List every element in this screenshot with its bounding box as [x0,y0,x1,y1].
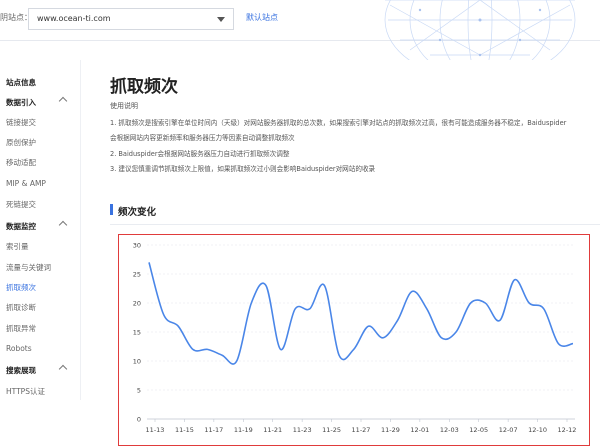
sidebar-item-label: 数据引入 [6,97,36,108]
x-tick-label: 11-13 [146,426,165,434]
usage-note-1: 1. 抓取频次是搜索引擎在单位时间内（天级）对网站服务器抓取的总次数，如果搜索引… [110,117,566,127]
site-select[interactable]: www.ocean-ti.com [28,8,234,30]
y-tick-label: 15 [133,328,141,336]
usage-note-2: 2. Baiduspider会根据网站服务器压力自动进行抓取频次调整 [110,148,289,158]
top-bar: 阴站点： www.ocean-ti.com 默认站点 [0,0,600,41]
y-tick-label: 5 [137,386,141,394]
y-tick-label: 0 [137,415,141,423]
sidebar-item-label: 移动适配 [6,157,36,168]
x-tick-label: 12-07 [499,426,518,434]
globe-wireframe-decoration-icon [360,0,600,60]
y-tick-label: 30 [133,241,141,249]
chevron-up-icon [59,365,67,373]
sidebar-item-label: Robots [6,344,32,353]
x-tick-label: 12-12 [558,426,577,434]
usage-note-3: 3. 建议您慎重调节抓取频次上限值，如果抓取频次过小则会影响Baiduspide… [110,163,375,173]
page-title: 抓取频次 [110,72,178,97]
x-tick-label: 11-27 [352,426,371,434]
x-tick-label: 12-05 [469,426,488,434]
main-content: 抓取频次 使用说明 1. 抓取频次是搜索引擎在单位时间内（天级）对网站服务器抓取… [80,60,600,400]
sidebar-item-label: HTTPS认证 [6,386,45,397]
chevron-down-icon [217,17,225,22]
section-title: 频次变化 [118,204,156,218]
x-tick-label: 11-17 [204,426,223,434]
sidebar-item-label: 站点信息 [6,77,36,88]
sidebar-item-label: 数据监控 [6,221,36,232]
sidebar-item-label: 原创保护 [6,137,36,148]
usage-title: 使用说明 [110,101,138,111]
site-select-value: www.ocean-ti.com [37,14,111,23]
y-tick-label: 25 [133,270,141,278]
sidebar-item-label: 搜索展现 [6,365,36,376]
frequency-chart-container: 0 5 10 15 20 25 30 11-13 11-15 11-17 11-19 11-21 11-… [118,234,590,446]
sidebar-item-label: 链接提交 [6,117,36,128]
x-tick-label: 11-23 [293,426,312,434]
sidebar-item-label: 流量与关键词 [6,262,51,273]
y-tick-label: 20 [133,299,141,307]
sidebar-item-label: 抓取频次 [6,282,36,293]
usage-note-1-cont: 会根据网站内容更新频率和服务器压力等因素自动调整抓取频次 [110,132,295,142]
frequency-line-chart: 0 5 10 15 20 25 30 11-13 11-15 11-17 11-19 11-21 11-… [119,235,588,444]
x-tick-label: 11-19 [234,426,253,434]
section-divider [110,224,600,225]
sidebar-item-label: 抓取异常 [6,323,36,334]
series-line [149,262,573,364]
chevron-up-icon [59,97,67,105]
x-tick-label: 11-25 [322,426,341,434]
x-tick-label: 12-01 [410,426,429,434]
sidebar-item-label: 死链提交 [6,199,36,210]
chevron-up-icon [59,221,67,229]
sidebar-item-label: MIP & AMP [6,179,46,188]
x-tick-label: 11-15 [175,426,194,434]
x-tick-label: 11-29 [381,426,400,434]
x-tick-label: 12-03 [440,426,459,434]
x-tick-label: 11-21 [263,426,282,434]
section-accent-bar [110,204,113,215]
default-site-link[interactable]: 默认站点 [246,12,278,23]
sidebar: 站点信息 数据引入 链接提交 原创保护 移动适配 MIP & AMP 死链提交 … [0,60,81,400]
x-tick-label: 12-10 [528,426,547,434]
y-tick-label: 10 [133,357,141,365]
sidebar-item-label: 索引量 [6,241,29,252]
sidebar-item-label: 抓取诊断 [6,302,36,313]
